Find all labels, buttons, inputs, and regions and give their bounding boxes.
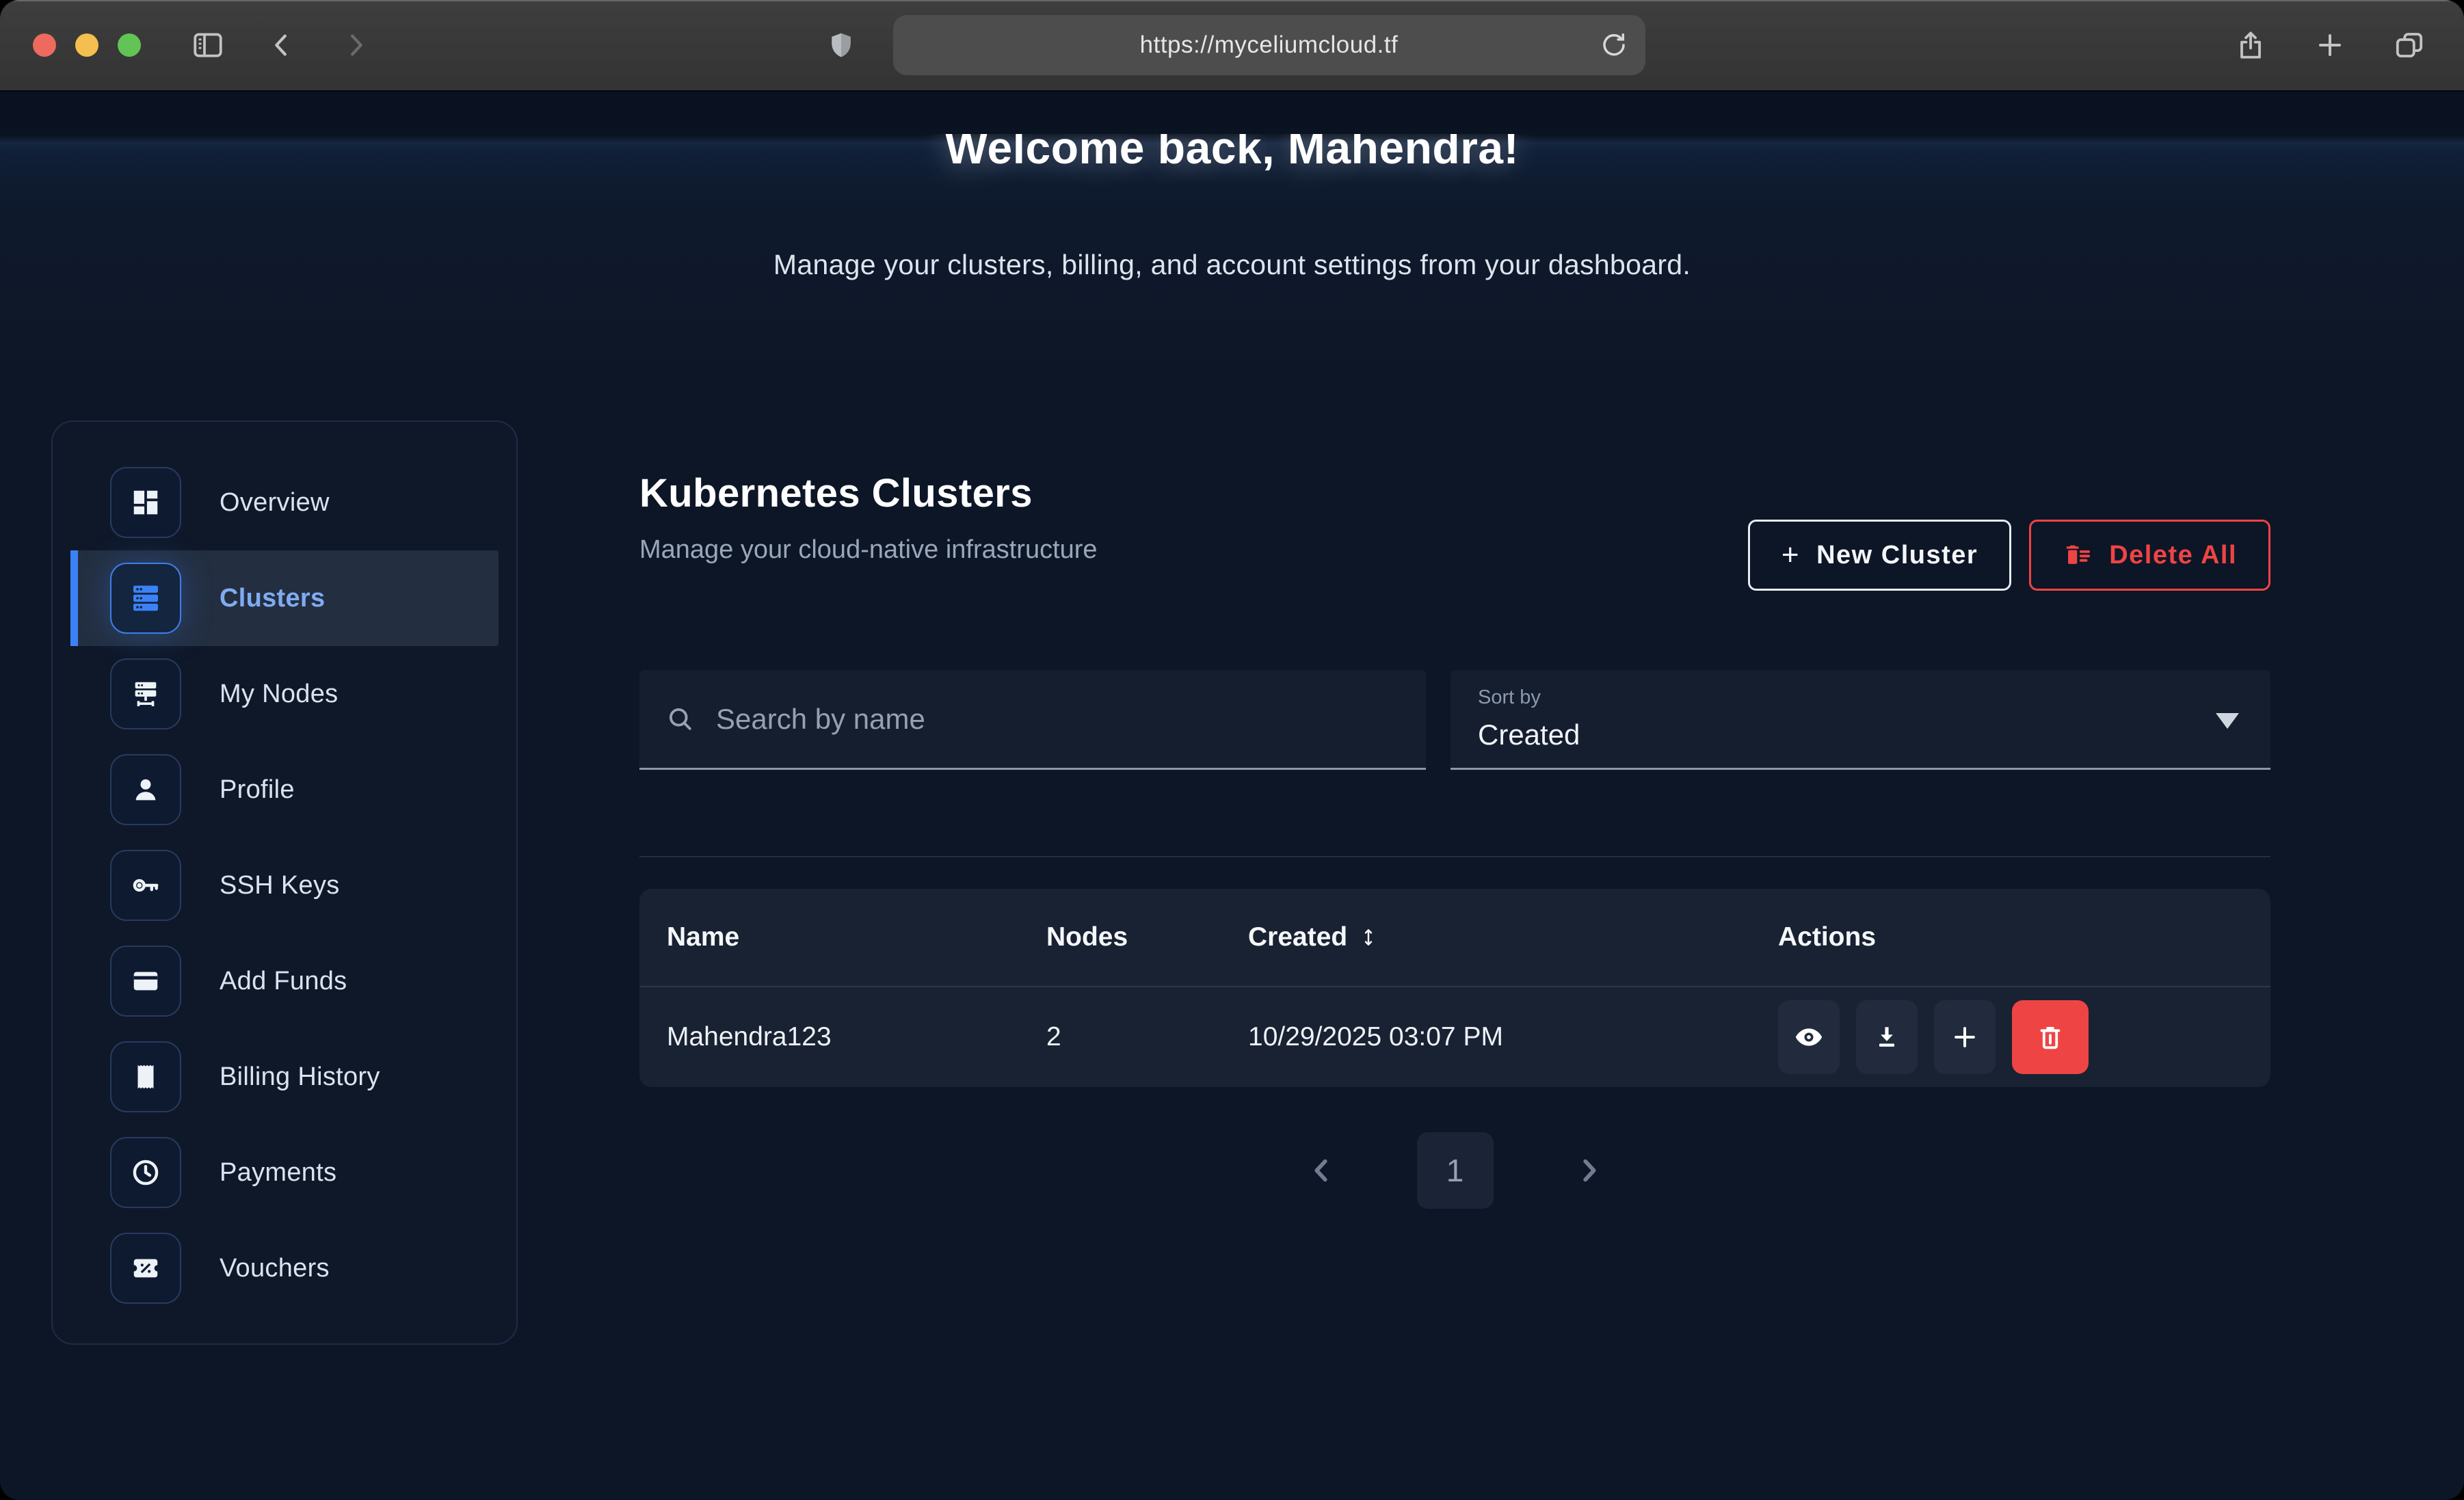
download-icon [1872, 1022, 1902, 1052]
table-row: Mahendra123 2 10/29/2025 03:07 PM [639, 986, 2270, 1087]
browser-window: https://myceliumcloud.tf [0, 0, 2464, 1500]
cluster-name-cell: Mahendra123 [667, 1022, 1046, 1052]
receipt-icon [110, 1041, 181, 1112]
forward-icon[interactable] [334, 23, 377, 67]
column-header-created[interactable]: Created [1248, 922, 1778, 952]
sidebar-item-label: Billing History [220, 1062, 380, 1092]
sort-label: Sort by [1478, 686, 2243, 709]
delete-all-button[interactable]: Delete All [2029, 520, 2270, 591]
search-field[interactable] [639, 670, 1426, 770]
address-bar-group: https://myceliumcloud.tf [819, 15, 1645, 75]
minimize-window-button[interactable] [75, 34, 98, 57]
add-node-button[interactable] [1934, 1000, 1996, 1074]
sidebar-item-label: Profile [220, 775, 295, 805]
close-window-button[interactable] [33, 34, 56, 57]
voucher-ticket-icon [110, 1233, 181, 1304]
toolbar-right-controls [2229, 23, 2431, 67]
cluster-created-cell: 10/29/2025 03:07 PM [1248, 1022, 1778, 1052]
sidebar-item-vouchers[interactable]: Vouchers [70, 1220, 499, 1316]
column-header-name: Name [667, 922, 1046, 952]
section-divider [639, 856, 2270, 857]
filters-row: Sort by Created [639, 670, 2270, 770]
cluster-nodes-cell: 2 [1046, 1022, 1248, 1052]
sidebar-item-clusters[interactable]: Clusters [70, 550, 499, 646]
sidebar-item-label: Overview [220, 488, 330, 518]
share-icon[interactable] [2229, 23, 2273, 67]
sidebar-toggle-icon[interactable] [186, 23, 230, 67]
url-field[interactable]: https://myceliumcloud.tf [893, 15, 1645, 75]
person-icon [110, 754, 181, 825]
search-input[interactable] [715, 702, 1400, 736]
sidebar-item-my-nodes[interactable]: My Nodes [70, 646, 499, 742]
sidebar-item-label: My Nodes [220, 680, 338, 709]
header-actions: + New Cluster Delete All [1748, 520, 2270, 591]
table-header-row: Name Nodes Created Actions [639, 889, 2270, 986]
url-text: https://myceliumcloud.tf [1140, 31, 1399, 59]
sidebar-item-add-funds[interactable]: Add Funds [70, 933, 499, 1029]
new-tab-icon[interactable] [2308, 23, 2352, 67]
sidebar-nav: Overview [53, 422, 516, 1349]
server-stack-icon [110, 563, 181, 634]
navigation-controls [186, 23, 377, 67]
chevron-down-icon [2216, 713, 2239, 729]
clock-icon [110, 1137, 181, 1208]
search-icon [665, 704, 696, 734]
trash-icon [2035, 1021, 2066, 1053]
sort-selected-value: Created [1478, 719, 2243, 751]
hero-title-clip: Welcome back, Mahendra! [0, 134, 2464, 211]
zoom-window-button[interactable] [118, 34, 141, 57]
sidebar-item-payments[interactable]: Payments [70, 1125, 499, 1220]
sort-arrows-icon [1358, 927, 1379, 948]
tab-overview-icon[interactable] [2387, 23, 2431, 67]
previous-page-icon[interactable] [1306, 1155, 1338, 1186]
sort-dropdown[interactable]: Sort by Created [1450, 670, 2270, 770]
column-header-actions: Actions [1778, 922, 2243, 952]
download-kubeconfig-button[interactable] [1856, 1000, 1918, 1074]
next-page-icon[interactable] [1573, 1155, 1604, 1186]
sidebar-item-ssh-keys[interactable]: SSH Keys [70, 838, 499, 933]
credit-card-icon [110, 946, 181, 1017]
dashboard-icon [110, 467, 181, 538]
sidebar-item-label: SSH Keys [220, 871, 340, 900]
pagination: 1 [639, 1132, 2270, 1209]
key-icon [110, 850, 181, 921]
clusters-table: Name Nodes Created Actions Mahendra123 2… [639, 889, 2270, 1087]
new-cluster-button[interactable]: + New Cluster [1748, 520, 2011, 591]
hero-section: Welcome back, Mahendra! Manage your clus… [0, 90, 2464, 391]
page-subtitle: Manage your cloud-native infrastructure [639, 535, 1098, 565]
sidebar-item-profile[interactable]: Profile [70, 742, 499, 838]
nodes-network-icon [110, 658, 181, 729]
row-actions [1778, 1000, 2243, 1074]
sidebar-item-label: Add Funds [220, 967, 347, 996]
delete-cluster-button[interactable] [2012, 1000, 2089, 1074]
page-title: Kubernetes Clusters [639, 470, 1098, 516]
back-icon[interactable] [260, 23, 304, 67]
browser-toolbar: https://myceliumcloud.tf [0, 0, 2464, 90]
main-header: Kubernetes Clusters Manage your cloud-na… [639, 470, 2270, 591]
delete-all-label: Delete All [2109, 541, 2237, 570]
main-title-block: Kubernetes Clusters Manage your cloud-na… [639, 470, 1098, 565]
hero-subtitle: Manage your clusters, billing, and accou… [0, 249, 2464, 281]
column-header-nodes: Nodes [1046, 922, 1248, 952]
plus-icon [1950, 1022, 1980, 1052]
view-cluster-button[interactable] [1778, 1000, 1840, 1074]
sidebar: Overview [51, 420, 518, 1345]
plus-icon: + [1781, 540, 1800, 570]
new-cluster-label: New Cluster [1816, 541, 1978, 570]
delete-sweep-icon [2063, 540, 2093, 570]
sidebar-item-label: Payments [220, 1158, 336, 1188]
sidebar-item-label: Vouchers [220, 1254, 330, 1283]
window-controls [33, 34, 141, 57]
privacy-shield-icon[interactable] [819, 23, 863, 67]
main-content: Kubernetes Clusters Manage your cloud-na… [639, 470, 2270, 1209]
sidebar-item-overview[interactable]: Overview [70, 455, 499, 550]
created-header-label: Created [1248, 922, 1347, 952]
page-number-button[interactable]: 1 [1417, 1132, 1494, 1209]
eye-icon [1793, 1021, 1825, 1053]
reload-icon[interactable] [1592, 23, 1636, 67]
sidebar-item-billing-history[interactable]: Billing History [70, 1029, 499, 1125]
welcome-heading: Welcome back, Mahendra! [0, 134, 2464, 174]
sidebar-item-label: Clusters [220, 584, 325, 613]
